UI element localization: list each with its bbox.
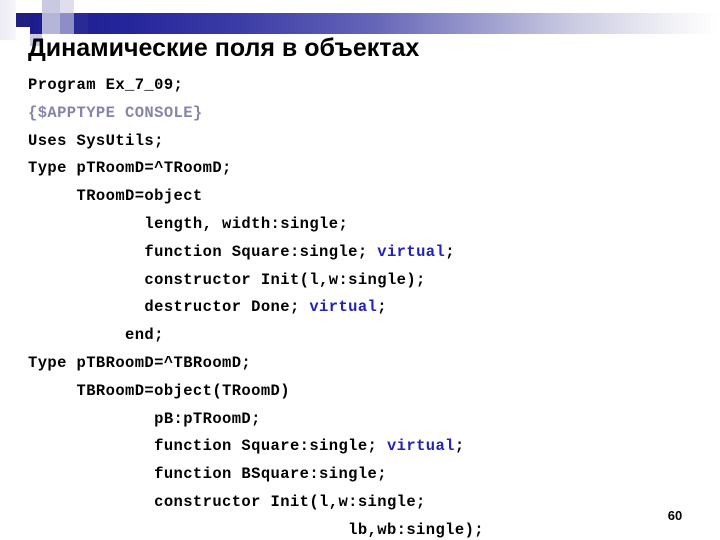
code-text: Type pTBRoomD=^TBRoomD; — [28, 353, 252, 372]
code-text: TBRoomD=object(TRoomD) — [28, 381, 290, 400]
code-keyword-virtual: virtual — [309, 298, 378, 317]
decorative-square-navy-right — [74, 13, 88, 34]
code-text: Program Ex_7_09; — [28, 76, 184, 94]
code-line: length, width:single; — [28, 211, 718, 239]
code-text-tail: ; — [377, 298, 387, 317]
code-line: constructor Init(l,w:single); — [28, 267, 718, 295]
code-text: pB:pTRoomD; — [28, 409, 261, 428]
code-line: TBRoomD=object(TRoomD) — [28, 378, 718, 406]
code-text: length, width:single; — [28, 214, 349, 233]
code-text: lb,wb:single); — [28, 520, 484, 539]
decorative-square-light-top — [42, 0, 60, 13]
code-line: pB:pTRoomD; — [28, 406, 718, 434]
decorative-square-white-under — [16, 27, 30, 34]
code-text: function Square:single; — [28, 437, 387, 456]
code-line: end; — [28, 322, 718, 350]
code-text: destructor Done; — [28, 298, 310, 317]
code-text: Type pTRoomD=^TRoomD; — [28, 159, 232, 178]
code-text: TRoomD=object — [28, 187, 203, 206]
code-text-tail: ; — [454, 437, 465, 456]
code-text: {$APPTYPE CONSOLE} — [28, 103, 203, 122]
decorative-square-accent — [16, 13, 30, 27]
code-line: Type pTRoomD=^TRoomD; — [28, 155, 718, 183]
code-line: function Square:single; virtual; — [28, 433, 718, 461]
code-line: {$APPTYPE CONSOLE} — [28, 100, 718, 128]
slide-number: 60 — [667, 508, 683, 523]
header-gradient-bar — [28, 13, 720, 34]
code-line: destructor Done; virtual; — [28, 294, 718, 322]
code-text: end; — [28, 326, 164, 345]
code-text-tail: ; — [445, 242, 455, 261]
code-text: function Square:single; — [28, 242, 378, 261]
code-line: Program Ex_7_09; — [28, 72, 718, 100]
code-text: constructor Init(l,w:single); — [28, 270, 426, 289]
decorative-square-mid-left — [42, 13, 60, 34]
code-block: Program Ex_7_09; {$APPTYPE CONSOLE} Uses S… — [28, 72, 718, 540]
code-text: function BSquare:single; — [28, 465, 387, 484]
code-line: function BSquare:single; — [28, 461, 718, 489]
code-line: constructor Init(l,w:single; — [28, 489, 718, 517]
code-keyword-virtual: virtual — [386, 437, 455, 456]
decorative-square-white-gap — [30, 0, 42, 13]
code-line: lb,wb:single); — [28, 517, 718, 540]
decorative-square-pale-top — [60, 0, 74, 13]
decorative-square-mid-right — [60, 13, 74, 34]
code-text: constructor Init(l,w:single; — [28, 492, 426, 511]
code-text: Uses SysUtils; — [28, 131, 164, 150]
code-line: Uses SysUtils; — [28, 128, 718, 156]
page-title: Динамические поля в объектах — [28, 34, 420, 62]
slide-canvas: Динамические поля в объектах Program Ex_… — [0, 0, 720, 540]
code-line: TRoomD=object — [28, 183, 718, 211]
code-line: function Square:single; virtual; — [28, 239, 718, 267]
code-line: Type pTBRoomD=^TBRoomD; — [28, 350, 718, 378]
decorative-square-left-strip — [0, 0, 16, 40]
code-keyword-virtual: virtual — [377, 242, 446, 261]
